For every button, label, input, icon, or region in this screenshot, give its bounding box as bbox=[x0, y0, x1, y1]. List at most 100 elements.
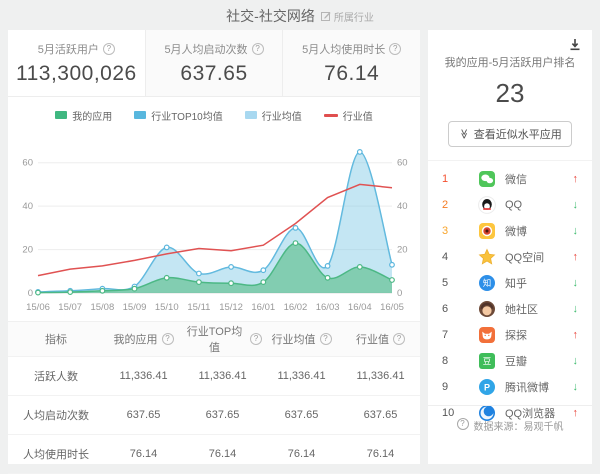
rank-number: 4 bbox=[442, 251, 478, 263]
qq-icon bbox=[478, 196, 496, 214]
stat-card-active-users[interactable]: 5月活跃用户 113,300,026 bbox=[8, 30, 146, 96]
tencent-weibo-icon: P bbox=[478, 378, 496, 396]
legend-label: 行业均值 bbox=[262, 108, 302, 123]
rank-row[interactable]: 1微信↑ bbox=[428, 166, 592, 192]
legend-item[interactable]: 行业值 bbox=[324, 108, 373, 123]
industry-tag[interactable]: 所属行业 bbox=[321, 9, 374, 24]
trend-up-icon: ↑ bbox=[564, 173, 578, 185]
rank-row[interactable]: 6她社区↓ bbox=[428, 296, 592, 322]
app-name: 豆瓣 bbox=[505, 353, 564, 369]
svg-text:15/10: 15/10 bbox=[155, 302, 179, 313]
stat-label: 5月人均使用时长 bbox=[302, 41, 401, 57]
ranking-list: 1微信↑2QQ↓3微博↓4QQ空间↑5知知乎↓6她社区↓7探探↑8豆豆瓣↓9P腾… bbox=[428, 160, 592, 426]
svg-text:20: 20 bbox=[397, 245, 408, 256]
chart-legend: 我的应用 行业TOP10均值 行业均值 行业值 bbox=[8, 103, 420, 127]
table-row: 活跃人数 11,336.41 11,336.41 11,336.41 11,33… bbox=[8, 357, 420, 396]
legend-label: 行业值 bbox=[343, 108, 373, 123]
svg-text:15/06: 15/06 bbox=[26, 302, 50, 313]
svg-text:15/11: 15/11 bbox=[187, 302, 210, 313]
legend-square-icon bbox=[134, 111, 146, 119]
col-header: 指标 bbox=[8, 331, 104, 347]
table-row: 人均使用时长 76.14 76.14 76.14 76.14 bbox=[8, 435, 420, 474]
app-name: 微博 bbox=[505, 223, 564, 239]
stat-card-avg-launches[interactable]: 5月人均启动次数 637.65 bbox=[146, 30, 284, 96]
svg-text:15/07: 15/07 bbox=[58, 302, 82, 313]
col-header: 行业TOP均值 bbox=[183, 323, 262, 355]
douban-icon: 豆 bbox=[478, 352, 496, 370]
row-label: 人均启动次数 bbox=[8, 407, 104, 423]
trend-up-icon: ↑ bbox=[564, 251, 578, 263]
rank-row[interactable]: 8豆豆瓣↓ bbox=[428, 348, 592, 374]
download-icon[interactable] bbox=[568, 38, 582, 52]
stat-card-avg-duration[interactable]: 5月人均使用时长 76.14 bbox=[283, 30, 420, 96]
legend-item[interactable]: 行业TOP10均值 bbox=[134, 108, 223, 123]
col-header: 行业值 bbox=[341, 331, 420, 347]
table-header-row: 指标 我的应用 行业TOP均值 行业均值 行业值 bbox=[8, 321, 420, 357]
double-chevron-down-icon: ≫ bbox=[459, 129, 469, 139]
legend-item[interactable]: 行业均值 bbox=[245, 108, 302, 123]
trend-down-icon: ↓ bbox=[564, 303, 578, 315]
info-icon bbox=[389, 43, 401, 55]
wechat-icon bbox=[478, 170, 496, 188]
svg-text:40: 40 bbox=[22, 201, 33, 212]
row-label: 活跃人数 bbox=[8, 368, 104, 384]
cell: 11,336.41 bbox=[183, 370, 262, 382]
svg-text:20: 20 bbox=[22, 245, 33, 256]
svg-text:0: 0 bbox=[28, 288, 33, 299]
info-icon bbox=[162, 333, 174, 345]
cell: 11,336.41 bbox=[104, 370, 183, 382]
rank-row[interactable]: 4 QQ空间↑ bbox=[428, 244, 592, 270]
svg-text:15/12: 15/12 bbox=[219, 302, 243, 313]
rank-row[interactable]: 5知知乎↓ bbox=[428, 270, 592, 296]
app-name: 腾讯微博 bbox=[505, 379, 564, 395]
rank-row[interactable]: 2QQ↓ bbox=[428, 192, 592, 218]
rank-row[interactable]: 7探探↑ bbox=[428, 322, 592, 348]
data-source-footer: 数据来源：易观千帆 bbox=[428, 405, 592, 464]
left-panel: 5月活跃用户 113,300,026 5月人均启动次数 637.65 5月人均使… bbox=[8, 30, 420, 464]
cell: 76.14 bbox=[341, 448, 420, 460]
legend-label: 我的应用 bbox=[72, 108, 112, 123]
app-name: 知乎 bbox=[505, 275, 564, 291]
cell: 11,336.41 bbox=[262, 370, 341, 382]
tantan-icon bbox=[478, 326, 496, 344]
cell: 637.65 bbox=[104, 409, 183, 421]
rank-row[interactable]: 3微博↓ bbox=[428, 218, 592, 244]
page-title: 社交-社交网络 bbox=[226, 6, 315, 26]
svg-text:16/04: 16/04 bbox=[348, 302, 372, 313]
svg-text:16/01: 16/01 bbox=[251, 302, 275, 313]
cell: 637.65 bbox=[262, 409, 341, 421]
row-label: 人均使用时长 bbox=[8, 446, 104, 462]
rank-number: 5 bbox=[442, 277, 478, 289]
metrics-table: 指标 我的应用 行业TOP均值 行业均值 行业值 活跃人数 11,336.41 … bbox=[8, 321, 420, 474]
qzone-icon bbox=[478, 248, 496, 266]
app-name: QQ空间 bbox=[505, 249, 564, 265]
svg-text:60: 60 bbox=[397, 158, 408, 169]
stats-row: 5月活跃用户 113,300,026 5月人均启动次数 637.65 5月人均使… bbox=[8, 30, 420, 97]
view-similar-button[interactable]: ≫ 查看近似水平应用 bbox=[448, 121, 571, 147]
trend-down-icon: ↓ bbox=[564, 199, 578, 211]
info-icon bbox=[250, 333, 262, 345]
stat-label: 5月人均启动次数 bbox=[164, 41, 263, 57]
info-icon bbox=[103, 43, 115, 55]
svg-text:知: 知 bbox=[483, 278, 492, 288]
ranking-value: 23 bbox=[428, 78, 592, 109]
svg-text:60: 60 bbox=[22, 158, 33, 169]
svg-text:P: P bbox=[484, 382, 490, 392]
cell: 637.65 bbox=[183, 409, 262, 421]
trend-down-icon: ↓ bbox=[564, 225, 578, 237]
rank-number: 9 bbox=[442, 381, 478, 393]
stat-value: 113,300,026 bbox=[16, 62, 137, 86]
info-icon bbox=[393, 333, 405, 345]
trend-down-icon: ↓ bbox=[564, 381, 578, 393]
legend-item[interactable]: 我的应用 bbox=[55, 108, 112, 123]
info-icon bbox=[320, 333, 332, 345]
rank-row[interactable]: 9P 腾讯微博↓ bbox=[428, 374, 592, 400]
legend-square-icon bbox=[55, 111, 67, 119]
cell: 76.14 bbox=[183, 448, 262, 460]
page-header: 社交-社交网络 所属行业 bbox=[0, 0, 600, 30]
svg-text:16/02: 16/02 bbox=[284, 302, 308, 313]
cell: 637.65 bbox=[341, 409, 420, 421]
stat-value: 637.65 bbox=[180, 62, 247, 86]
app-name: 探探 bbox=[505, 327, 564, 343]
svg-text:16/03: 16/03 bbox=[316, 302, 340, 313]
